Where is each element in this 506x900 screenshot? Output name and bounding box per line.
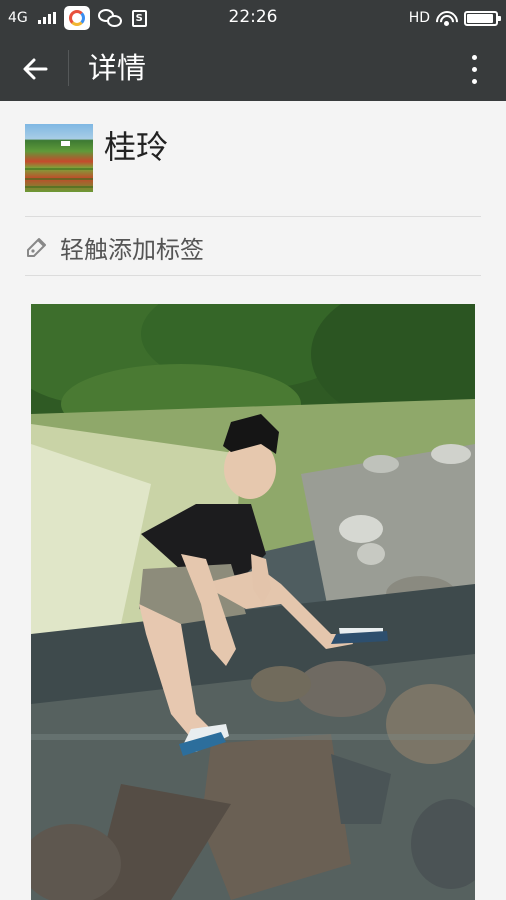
status-right: HD xyxy=(408,6,501,30)
page-title: 详情 xyxy=(88,51,147,85)
battery-icon xyxy=(464,10,501,26)
avatar-detail xyxy=(25,168,93,170)
add-tag-label: 轻触添加标签 xyxy=(60,235,204,264)
more-vertical-icon xyxy=(471,54,477,60)
photo-image xyxy=(31,304,475,900)
divider xyxy=(25,216,481,217)
more-dot xyxy=(471,66,477,72)
more-menu-button[interactable] xyxy=(460,48,488,90)
more-dot xyxy=(471,78,477,84)
wifi-icon xyxy=(436,9,458,27)
moment-photo[interactable] xyxy=(31,304,475,900)
pencil-tag-icon xyxy=(27,238,46,257)
avatar-detail xyxy=(25,178,93,180)
avatar[interactable] xyxy=(25,124,93,192)
back-button[interactable] xyxy=(12,46,58,92)
avatar-detail xyxy=(61,141,70,146)
divider xyxy=(25,275,481,276)
contact-name: 桂玲 xyxy=(104,128,169,166)
title-bar: 详情 xyxy=(0,36,506,101)
status-bar: 4G S 22:26 HD xyxy=(0,0,506,36)
hd-indicator: HD xyxy=(408,10,430,26)
title-divider xyxy=(68,50,69,86)
back-arrow-icon xyxy=(23,58,48,80)
avatar-detail xyxy=(25,186,93,188)
add-tag-row[interactable]: 轻触添加标签 xyxy=(25,218,481,276)
detail-content: 桂玲 轻触添加标签 xyxy=(0,101,506,900)
